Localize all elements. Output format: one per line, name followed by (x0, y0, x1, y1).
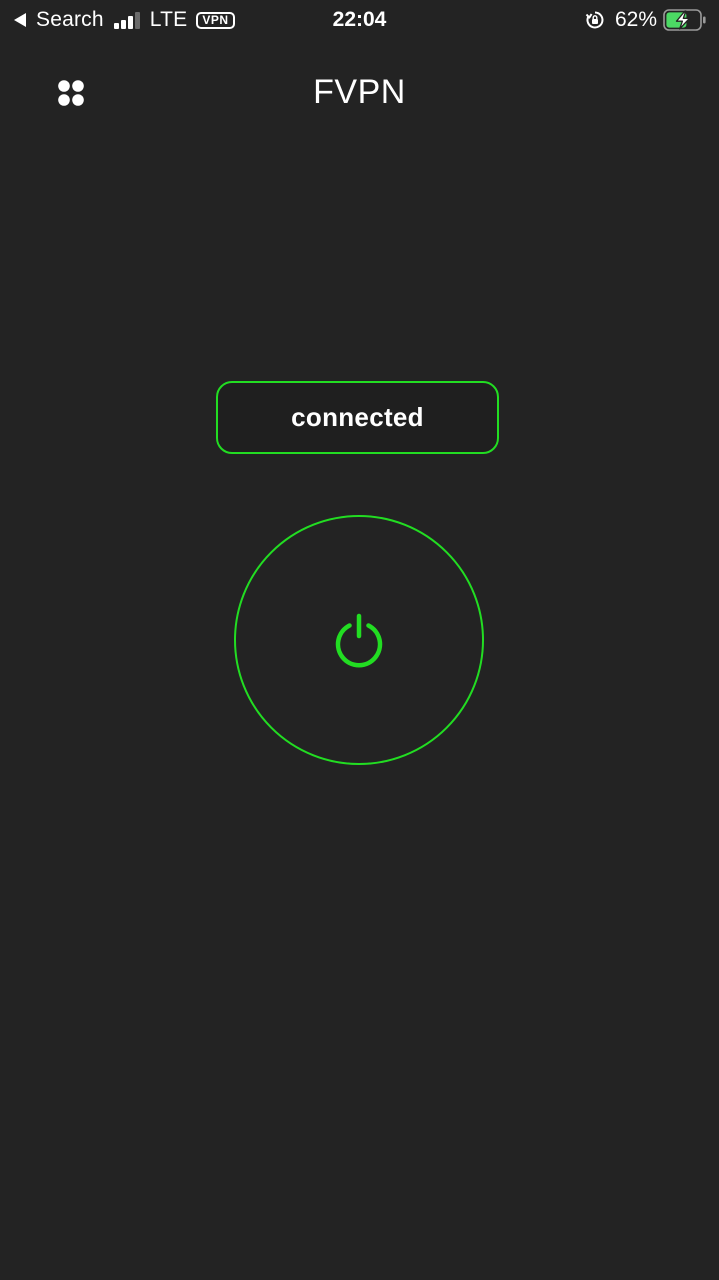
page-title: FVPN (313, 73, 406, 111)
power-toggle-button[interactable] (234, 515, 484, 765)
status-bar-right: 62% (585, 6, 707, 34)
connection-status-pill: connected (216, 381, 499, 454)
battery-percentage: 62% (614, 8, 657, 31)
rotation-lock-icon (585, 10, 605, 30)
status-bar: Search LTE VPN 22:04 62% (0, 0, 719, 40)
power-icon (335, 613, 383, 668)
battery-charging-icon (663, 8, 707, 32)
